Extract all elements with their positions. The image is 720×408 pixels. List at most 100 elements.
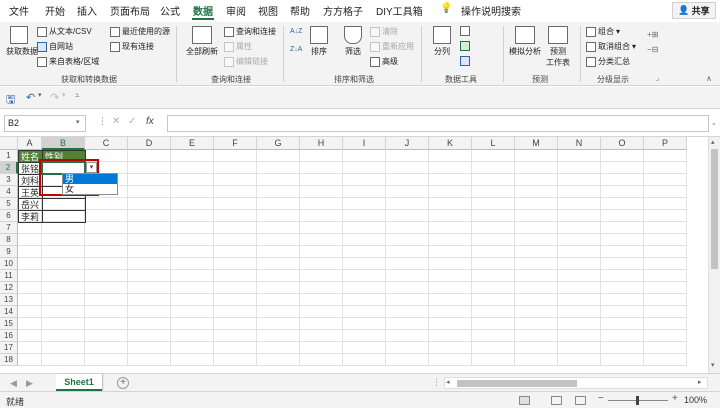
dropdown-option-male[interactable]: 男 bbox=[63, 174, 117, 184]
prev-sheet-icon[interactable]: ◀ bbox=[10, 378, 17, 389]
column-header-o[interactable]: O bbox=[601, 137, 644, 150]
dialog-launcher-icon[interactable]: ⌟ bbox=[656, 74, 659, 82]
tab-insert[interactable]: 插入 bbox=[77, 3, 97, 18]
column-header-m[interactable]: M bbox=[515, 137, 558, 150]
remove-duplicates-button[interactable] bbox=[460, 56, 470, 66]
row-header-8[interactable]: 8 bbox=[0, 234, 18, 246]
column-header-h[interactable]: H bbox=[300, 137, 343, 150]
row-header-7[interactable]: 7 bbox=[0, 222, 18, 234]
row-header-14[interactable]: 14 bbox=[0, 306, 18, 318]
column-header-j[interactable]: J bbox=[386, 137, 429, 150]
collapse-ribbon-icon[interactable]: ∧ bbox=[706, 74, 712, 83]
page-layout-view-icon[interactable] bbox=[551, 396, 562, 405]
refresh-all-button[interactable]: 全部刷新 bbox=[184, 26, 220, 57]
page-break-view-icon[interactable] bbox=[575, 396, 586, 405]
name-box[interactable]: B2 bbox=[4, 115, 86, 132]
flash-fill-button[interactable] bbox=[460, 26, 470, 36]
what-if-analysis-button[interactable]: 模拟分析 bbox=[508, 26, 542, 57]
add-sheet-icon[interactable]: + bbox=[117, 377, 129, 389]
sort-descending-button[interactable]: Z↓A bbox=[290, 46, 302, 53]
row-header-3[interactable]: 3 bbox=[0, 174, 18, 186]
row-header-16[interactable]: 16 bbox=[0, 330, 18, 342]
column-header-i[interactable]: I bbox=[343, 137, 386, 150]
expand-formula-bar-icon[interactable]: ⌄ bbox=[711, 119, 717, 127]
from-text-csv-button[interactable]: 从文本/CSV bbox=[37, 26, 92, 37]
row-header-5[interactable]: 5 bbox=[0, 198, 18, 210]
column-header-p[interactable]: P bbox=[644, 137, 687, 150]
normal-view-icon[interactable] bbox=[519, 396, 530, 405]
row-header-2[interactable]: 2 bbox=[0, 162, 18, 174]
row-header-10[interactable]: 10 bbox=[0, 258, 18, 270]
tab-review[interactable]: 审阅 bbox=[226, 3, 246, 18]
name-cell[interactable]: 李莉 bbox=[18, 210, 43, 223]
vertical-scroll-thumb[interactable] bbox=[711, 149, 718, 269]
tab-formulas[interactable]: 公式 bbox=[160, 3, 180, 18]
column-header-k[interactable]: K bbox=[429, 137, 472, 150]
insert-function-icon[interactable]: fx bbox=[146, 116, 154, 127]
clear-filter-button[interactable]: 清除 bbox=[370, 26, 398, 37]
column-header-d[interactable]: D bbox=[128, 137, 171, 150]
subtotal-button[interactable]: 分类汇总 bbox=[586, 56, 630, 67]
column-header-c[interactable]: C bbox=[85, 137, 128, 150]
sheet-tab-sheet1[interactable]: Sheet1 bbox=[56, 374, 102, 391]
tab-diy-toolbox[interactable]: DIY工具箱 bbox=[376, 3, 423, 18]
horizontal-scrollbar[interactable]: ◂ ▸ bbox=[444, 377, 708, 389]
reapply-button[interactable]: 重新应用 bbox=[370, 41, 414, 52]
gender-cell[interactable] bbox=[42, 210, 86, 223]
scroll-right-icon[interactable]: ▸ bbox=[698, 378, 702, 386]
row-header-6[interactable]: 6 bbox=[0, 210, 18, 222]
column-header-f[interactable]: F bbox=[214, 137, 257, 150]
tab-data[interactable]: 数据 bbox=[193, 3, 213, 18]
from-table-button[interactable]: 来自表格/区域 bbox=[37, 56, 99, 67]
row-header-4[interactable]: 4 bbox=[0, 186, 18, 198]
existing-connections-button[interactable]: 现有连接 bbox=[110, 41, 154, 52]
forecast-sheet-button[interactable]: 预测 工作表 bbox=[546, 26, 570, 68]
row-header-11[interactable]: 11 bbox=[0, 270, 18, 282]
enter-icon[interactable]: ✓ bbox=[128, 116, 136, 127]
scroll-up-icon[interactable]: ▴ bbox=[711, 138, 715, 146]
scroll-down-icon[interactable]: ▾ bbox=[711, 361, 715, 369]
tab-view[interactable]: 视图 bbox=[258, 3, 278, 18]
save-icon[interactable]: 🖫 bbox=[6, 91, 15, 110]
zoom-slider-thumb[interactable] bbox=[636, 396, 639, 405]
scroll-left-icon[interactable]: ◂ bbox=[446, 378, 450, 386]
hide-detail-icon[interactable]: −⊟ bbox=[647, 45, 658, 54]
from-web-button[interactable]: 自网站 bbox=[37, 41, 73, 52]
next-sheet-icon[interactable]: ▶ bbox=[26, 378, 33, 389]
column-header-n[interactable]: N bbox=[558, 137, 601, 150]
select-all-corner[interactable] bbox=[0, 137, 18, 150]
edit-links-button[interactable]: 编辑链接 bbox=[224, 56, 268, 67]
tell-me-search[interactable]: 操作说明搜索 bbox=[461, 3, 521, 18]
share-button[interactable]: 👤 共享 bbox=[672, 2, 716, 19]
row-header-12[interactable]: 12 bbox=[0, 282, 18, 294]
zoom-level[interactable]: 100% bbox=[684, 395, 707, 405]
tab-help[interactable]: 帮助 bbox=[290, 3, 310, 18]
row-header-1[interactable]: 1 bbox=[0, 150, 18, 162]
ungroup-button[interactable]: 取消组合 ▾ bbox=[586, 41, 636, 52]
row-header-15[interactable]: 15 bbox=[0, 318, 18, 330]
column-header-a[interactable]: A bbox=[18, 137, 42, 150]
show-detail-icon[interactable]: +⊞ bbox=[647, 30, 658, 39]
undo-dropdown-icon[interactable]: ▾ bbox=[38, 91, 42, 99]
redo-dropdown-icon[interactable]: ▾ bbox=[62, 91, 66, 99]
column-header-e[interactable]: E bbox=[171, 137, 214, 150]
redo-icon[interactable]: ↷ bbox=[50, 91, 59, 104]
filter-button[interactable]: 筛选 bbox=[341, 26, 365, 57]
sort-button[interactable]: 排序 bbox=[308, 26, 330, 57]
tab-page-layout[interactable]: 页面布局 bbox=[110, 3, 150, 18]
tab-file[interactable]: 文件 bbox=[9, 3, 29, 18]
customize-qat-icon[interactable]: ⩡ bbox=[75, 91, 80, 101]
tab-home[interactable]: 开始 bbox=[45, 3, 65, 18]
sort-ascending-button[interactable]: A↓Z bbox=[290, 28, 302, 35]
formula-input[interactable] bbox=[167, 115, 709, 132]
get-data-button[interactable]: 获取数据 bbox=[6, 26, 38, 57]
horizontal-scroll-thumb[interactable] bbox=[457, 380, 577, 387]
data-validation-button[interactable] bbox=[460, 41, 470, 51]
column-header-b[interactable]: B bbox=[42, 137, 85, 150]
row-header-18[interactable]: 18 bbox=[0, 354, 18, 366]
advanced-filter-button[interactable]: 高级 bbox=[370, 56, 398, 67]
row-header-9[interactable]: 9 bbox=[0, 246, 18, 258]
recent-sources-button[interactable]: 最近使用的源 bbox=[110, 26, 170, 37]
column-header-l[interactable]: L bbox=[472, 137, 515, 150]
zoom-in-icon[interactable]: + bbox=[672, 393, 678, 404]
